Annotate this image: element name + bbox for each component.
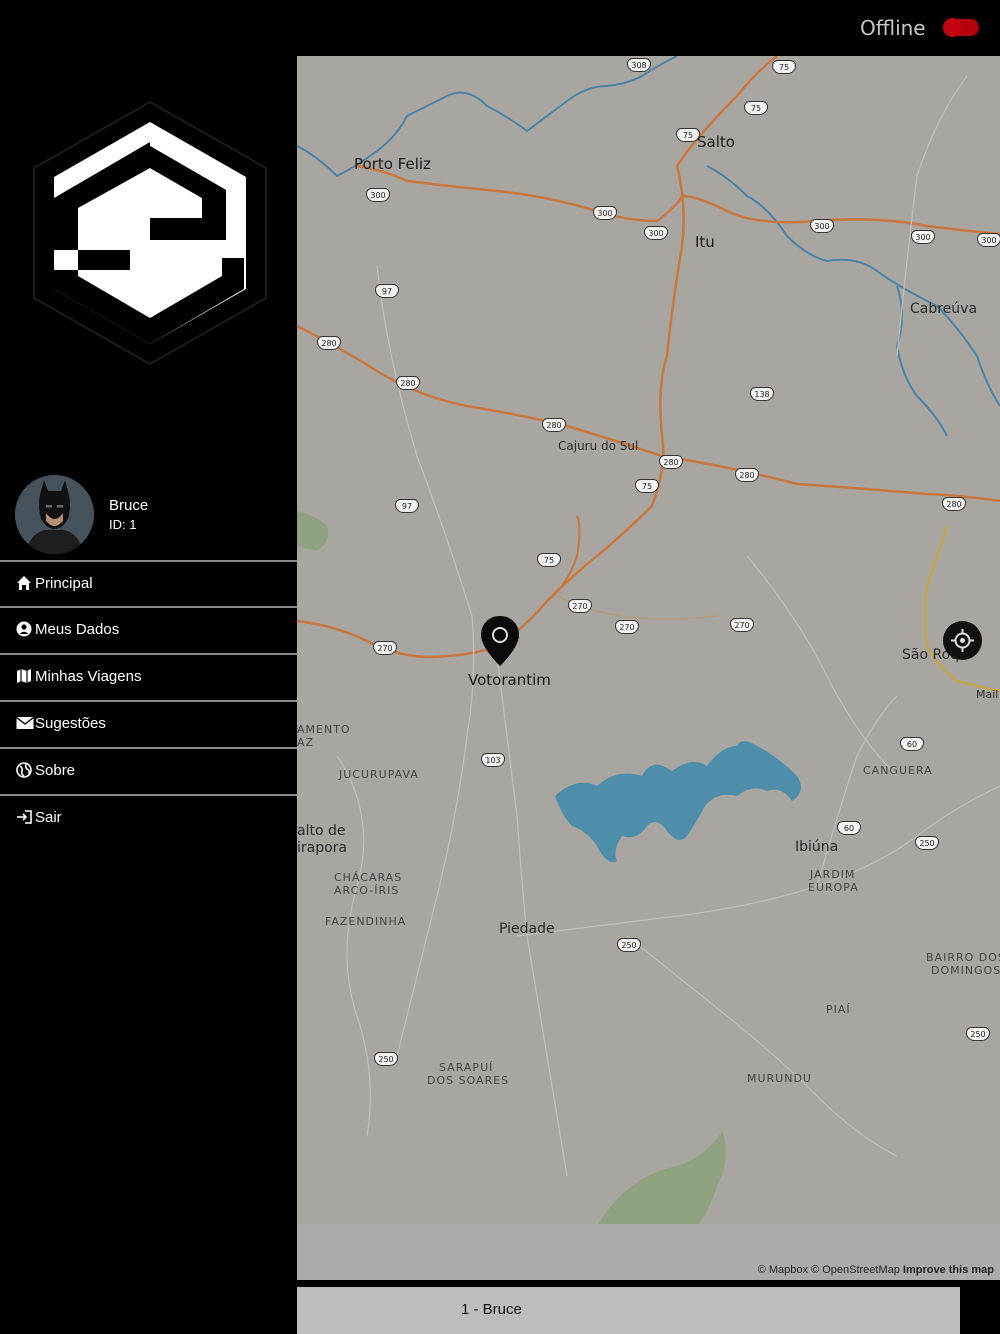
place-label: SARAPUÍ bbox=[439, 1061, 494, 1074]
place-label: MURUNDU bbox=[747, 1072, 812, 1085]
road-shield: 280 bbox=[659, 455, 683, 469]
home-icon bbox=[17, 576, 31, 590]
place-label: JARDIM bbox=[810, 868, 856, 881]
road-shield: 270 bbox=[730, 618, 754, 632]
place-label: irapora bbox=[297, 840, 348, 856]
place-label: EUROPA bbox=[808, 881, 859, 894]
menu-item-sair[interactable]: Sair bbox=[0, 794, 297, 840]
user-id: ID: 1 bbox=[109, 517, 137, 532]
road-shield: 138 bbox=[750, 387, 774, 401]
road-shield: 280 bbox=[396, 376, 420, 390]
menu-item-sobre[interactable]: Sobre bbox=[0, 747, 297, 793]
crosshair-icon bbox=[951, 629, 974, 652]
place-label: Mail bbox=[976, 688, 999, 701]
road-shield: 280 bbox=[317, 336, 341, 350]
side-drawer: Bruce ID: 1 Principal Meus Dados Minhas … bbox=[0, 56, 297, 1334]
menu-item-label: Sair bbox=[35, 809, 62, 826]
envelope-icon bbox=[16, 716, 34, 729]
road-shield: 300 bbox=[977, 233, 1000, 247]
place-label: PIAÍ bbox=[826, 1003, 851, 1016]
road-shield: 308 bbox=[627, 58, 651, 72]
place-label: Cajuru do Sul bbox=[558, 439, 639, 453]
road-shield: 280 bbox=[542, 418, 566, 432]
menu-item-principal[interactable]: Principal bbox=[0, 560, 297, 606]
road-shield: 300 bbox=[366, 188, 390, 202]
place-label: Itu bbox=[695, 233, 715, 251]
batman-avatar-icon bbox=[15, 475, 94, 554]
menu-item-label: Meus Dados bbox=[35, 621, 120, 638]
road-shield: 270 bbox=[568, 599, 592, 613]
globe-icon bbox=[16, 762, 32, 778]
driver-bar[interactable]: 1 - Bruce bbox=[297, 1287, 960, 1334]
road-shield: 280 bbox=[735, 468, 759, 482]
place-label: CANGUERA bbox=[863, 764, 933, 777]
app-logo bbox=[33, 100, 267, 366]
place-label: ARCO-ÍRIS bbox=[334, 884, 400, 897]
menu-item-label: Principal bbox=[35, 575, 93, 592]
road-shield: 270 bbox=[615, 620, 639, 634]
place-label: DOMINGOS bbox=[931, 964, 1000, 977]
user-circle-icon bbox=[16, 621, 32, 637]
road-shield: 75 bbox=[537, 553, 561, 567]
place-label: Ibiúna bbox=[795, 839, 839, 855]
place-label: DOS SOARES bbox=[427, 1074, 510, 1087]
online-status-label: Offline bbox=[860, 16, 926, 40]
menu-item-sugestoes[interactable]: Sugestões bbox=[0, 700, 297, 746]
road-shield: 97 bbox=[395, 499, 419, 513]
place-label: Piedade bbox=[499, 921, 555, 937]
road-shield: 75 bbox=[635, 479, 659, 493]
road-shield: 97 bbox=[375, 284, 399, 298]
road-shield: 75 bbox=[676, 128, 700, 142]
map-attribution: © Mapbox © OpenStreetMap Improve this ma… bbox=[758, 1264, 994, 1276]
map-view[interactable]: Porto Feliz Salto Itu Cabreúva Cajuru do… bbox=[297, 56, 1000, 1224]
menu-item-label: Minhas Viagens bbox=[35, 668, 142, 685]
place-label: CHÁCARAS bbox=[334, 871, 403, 884]
driver-label: 1 - Bruce bbox=[461, 1301, 522, 1318]
place-label: BAIRRO DOS bbox=[926, 951, 1000, 964]
place-label: AZ bbox=[297, 736, 315, 749]
road-shield: 300 bbox=[810, 219, 834, 233]
road-shield: 280 bbox=[942, 497, 966, 511]
menu-item-label: Sobre bbox=[35, 762, 76, 779]
road-shield: 103 bbox=[481, 753, 505, 767]
road-shield: 60 bbox=[900, 737, 924, 751]
road-shield: 250 bbox=[374, 1052, 398, 1066]
menu-item-label: Sugestões bbox=[35, 715, 106, 732]
improve-map-link[interactable]: Improve this map bbox=[903, 1264, 994, 1276]
road-shield: 250 bbox=[617, 938, 641, 952]
road-shield: 270 bbox=[373, 641, 397, 655]
road-shield: 300 bbox=[911, 230, 935, 244]
locate-me-button[interactable] bbox=[943, 621, 982, 660]
road-shield: 75 bbox=[772, 60, 796, 74]
place-label: Porto Feliz bbox=[354, 155, 431, 173]
avatar[interactable] bbox=[15, 475, 94, 554]
map-attribution-area: © Mapbox © OpenStreetMap Improve this ma… bbox=[297, 1224, 1000, 1280]
toggle-knob bbox=[943, 18, 962, 37]
road-shield: 300 bbox=[644, 226, 668, 240]
road-shield: 250 bbox=[915, 836, 939, 850]
road-shield: 75 bbox=[744, 101, 768, 115]
top-bar: Offline bbox=[0, 0, 1000, 56]
map-icon bbox=[17, 669, 31, 683]
online-toggle[interactable] bbox=[943, 18, 979, 37]
place-label-votorantim: Votorantim bbox=[468, 671, 551, 689]
place-label: JUCURUPAVA bbox=[339, 768, 419, 781]
menu-item-meus-dados[interactable]: Meus Dados bbox=[0, 606, 297, 652]
place-label: Salto bbox=[697, 133, 735, 151]
location-pin-icon[interactable] bbox=[480, 615, 520, 667]
sign-in-icon bbox=[17, 810, 32, 824]
place-label: alto de bbox=[297, 823, 346, 839]
place-label: FAZENDINHA bbox=[325, 915, 407, 928]
menu-item-minhas-viagens[interactable]: Minhas Viagens bbox=[0, 653, 297, 699]
place-label: AMENTO bbox=[297, 723, 351, 736]
attribution-text: © Mapbox © OpenStreetMap bbox=[757, 1264, 900, 1276]
road-shield: 300 bbox=[593, 206, 617, 220]
user-name: Bruce bbox=[109, 497, 149, 514]
place-label: Cabreúva bbox=[910, 301, 978, 317]
road-shield: 250 bbox=[966, 1027, 990, 1041]
road-shield: 60 bbox=[837, 821, 861, 835]
